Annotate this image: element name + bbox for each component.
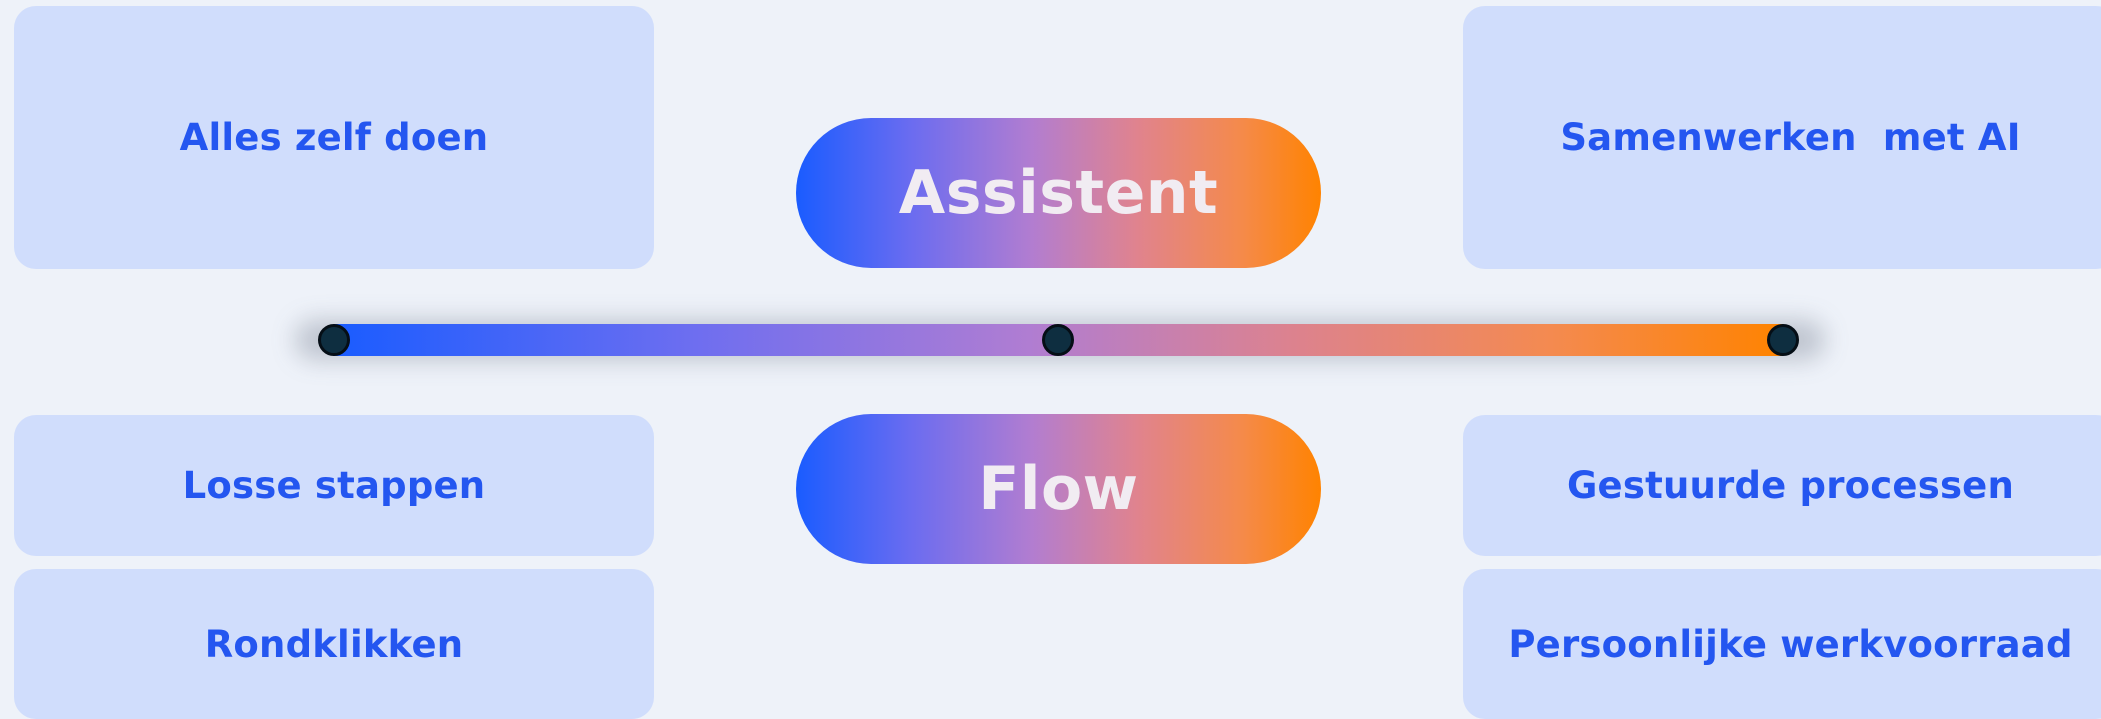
card-label: Persoonlijke werkvoorraad [1508,622,2073,666]
card-gestuurde-processen: Gestuurde processen [1463,415,2101,556]
card-label: Samenwerken met AI [1560,116,2021,159]
card-losse-stappen: Losse stappen [14,415,654,556]
pill-assistent: Assistent [796,118,1321,268]
card-label: Gestuurde processen [1566,464,2015,507]
spectrum-dot-right [1767,324,1799,356]
card-label: Losse stappen [182,464,486,507]
pill-label: Assistent [898,158,1219,228]
card-persoonlijke-werkvoorraad: Persoonlijke werkvoorraad [1463,569,2101,719]
card-label: Rondklikken [204,622,464,666]
card-rondklikken: Rondklikken [14,569,654,719]
spectrum-dot-left [318,324,350,356]
pill-label: Flow [978,454,1139,524]
card-alles-zelf-doen: Alles zelf doen [14,6,654,269]
spectrum-dot-center [1042,324,1074,356]
pill-flow: Flow [796,414,1321,564]
card-label: Alles zelf doen [179,116,489,159]
card-samenwerken-met-ai: Samenwerken met AI [1463,6,2101,269]
